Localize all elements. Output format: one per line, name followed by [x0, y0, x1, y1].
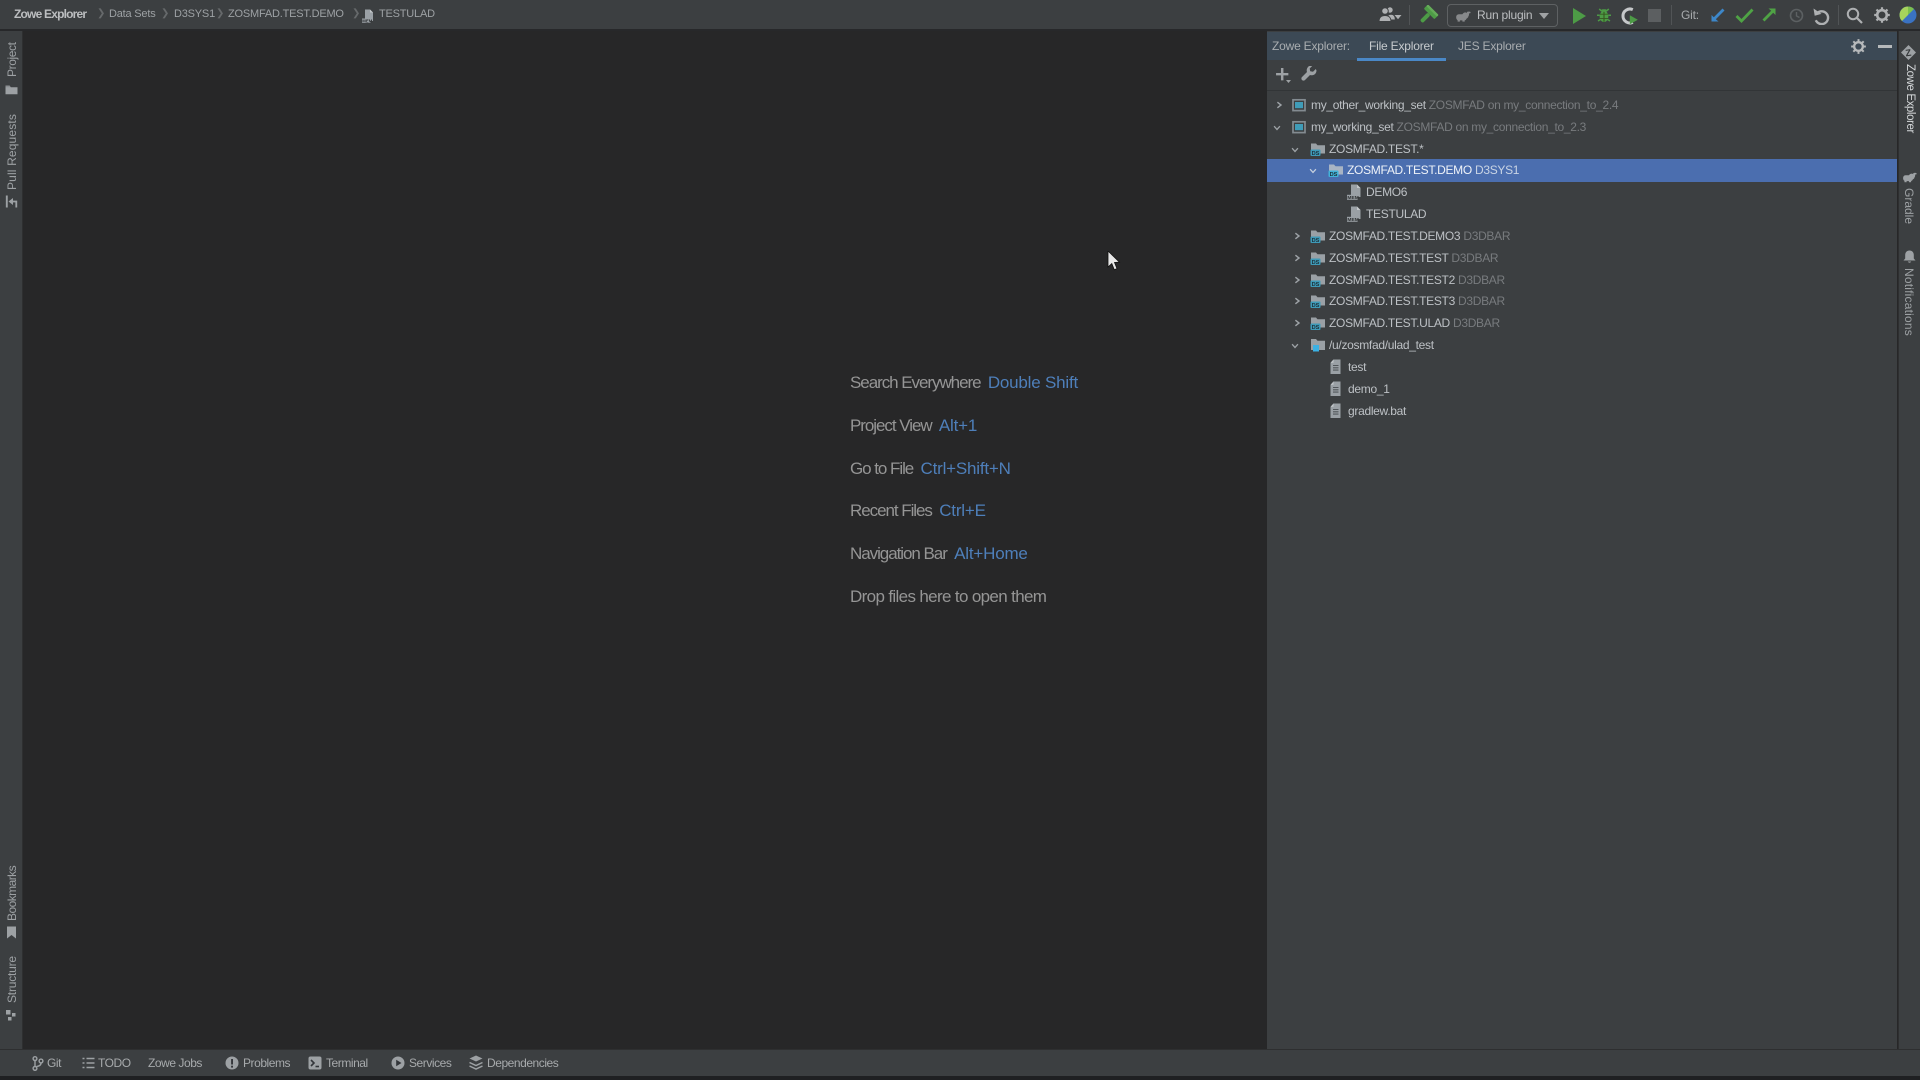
svg-text:DS: DS [1312, 260, 1320, 266]
svg-text:DS: DS [1312, 282, 1320, 288]
svg-text:DS: DS [1312, 151, 1320, 157]
svg-text:MEM: MEM [1347, 195, 1358, 200]
svg-text:DS: DS [1312, 238, 1320, 244]
svg-text:DS: DS [1330, 172, 1338, 178]
svg-text:DS: DS [1312, 303, 1320, 309]
svg-text:DS: DS [1312, 325, 1320, 331]
svg-text:MEM: MEM [1347, 217, 1358, 222]
svg-text:MEM: MEM [362, 19, 372, 24]
